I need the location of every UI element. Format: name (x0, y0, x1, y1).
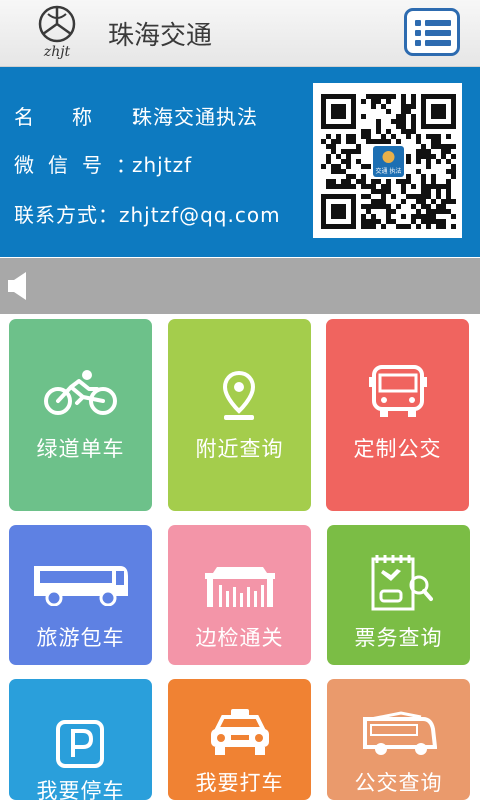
tile-taxi-label: 我要打车 (195, 771, 284, 795)
contact-label: 联系方式： (14, 203, 119, 227)
tile-nearby-search-label: 附近查询 (195, 437, 284, 461)
announcement-bar[interactable] (0, 258, 480, 314)
tile-taxi[interactable]: 我要打车 (168, 679, 311, 800)
account-name-label: 名称： (14, 105, 188, 129)
tile-parking[interactable]: 我要停车 (9, 679, 152, 800)
parking-icon (56, 720, 104, 768)
ticket-search-icon (371, 555, 433, 611)
wechat-id-value: zhjtzf (132, 153, 193, 177)
bus-front-icon (369, 365, 427, 417)
tile-ticket-search[interactable]: 票务查询 (327, 525, 470, 665)
account-info-panel: 名称：珠海交通执法 微信号：zhjtzf 联系方式：zhjtzf@qq.com … (0, 67, 480, 257)
tile-custom-bus-label: 定制公交 (353, 437, 442, 461)
taxi-icon (211, 709, 269, 755)
tile-tour-charter[interactable]: 旅游包车 (9, 525, 152, 665)
speaker-icon (8, 272, 26, 300)
tile-greenway-bike[interactable]: 绿道单车 (9, 319, 152, 511)
tile-nearby-search[interactable]: 附近查询 (168, 319, 311, 511)
app-header: zhjt 珠海交通 (0, 0, 480, 67)
wechat-id-label: 微信号： (14, 153, 150, 177)
account-name-value: 珠海交通执法 (132, 105, 258, 129)
qr-code-icon: 交通 执法 (321, 94, 456, 229)
tile-ticket-search-label: 票务查询 (354, 626, 443, 650)
tile-bus-search[interactable]: 公交查询 (327, 679, 470, 800)
tile-tour-charter-label: 旅游包车 (36, 626, 125, 650)
list-menu-icon (415, 20, 451, 46)
account-name-row: 名称：珠海交通执法 (14, 101, 258, 130)
bicycle-icon (44, 370, 117, 415)
contact-value: zhjtzf@qq.com (119, 203, 281, 227)
border-gate-icon (205, 567, 275, 607)
qr-code[interactable]: 交通 执法 (313, 83, 462, 238)
qr-center-text: 交通 执法 (376, 167, 402, 175)
tile-border-clearance[interactable]: 边检通关 (168, 525, 311, 665)
tile-greenway-bike-label: 绿道单车 (36, 437, 125, 461)
bus-side-icon (363, 711, 437, 755)
tile-border-clearance-label: 边检通关 (195, 626, 284, 650)
menu-button[interactable] (404, 8, 460, 56)
logo-emblem-icon (38, 5, 76, 43)
tile-bus-search-label: 公交查询 (354, 771, 443, 795)
page-title: 珠海交通 (108, 21, 213, 51)
location-pin-icon (223, 371, 255, 420)
logo-text: zhjt (43, 44, 71, 60)
app-logo: zhjt (34, 4, 80, 62)
tile-parking-label: 我要停车 (36, 779, 125, 800)
wechat-id-row: 微信号：zhjtzf (14, 149, 192, 178)
coach-bus-icon (34, 566, 128, 606)
contact-row: 联系方式：zhjtzf@qq.com (14, 199, 281, 228)
tile-custom-bus[interactable]: 定制公交 (326, 319, 469, 511)
